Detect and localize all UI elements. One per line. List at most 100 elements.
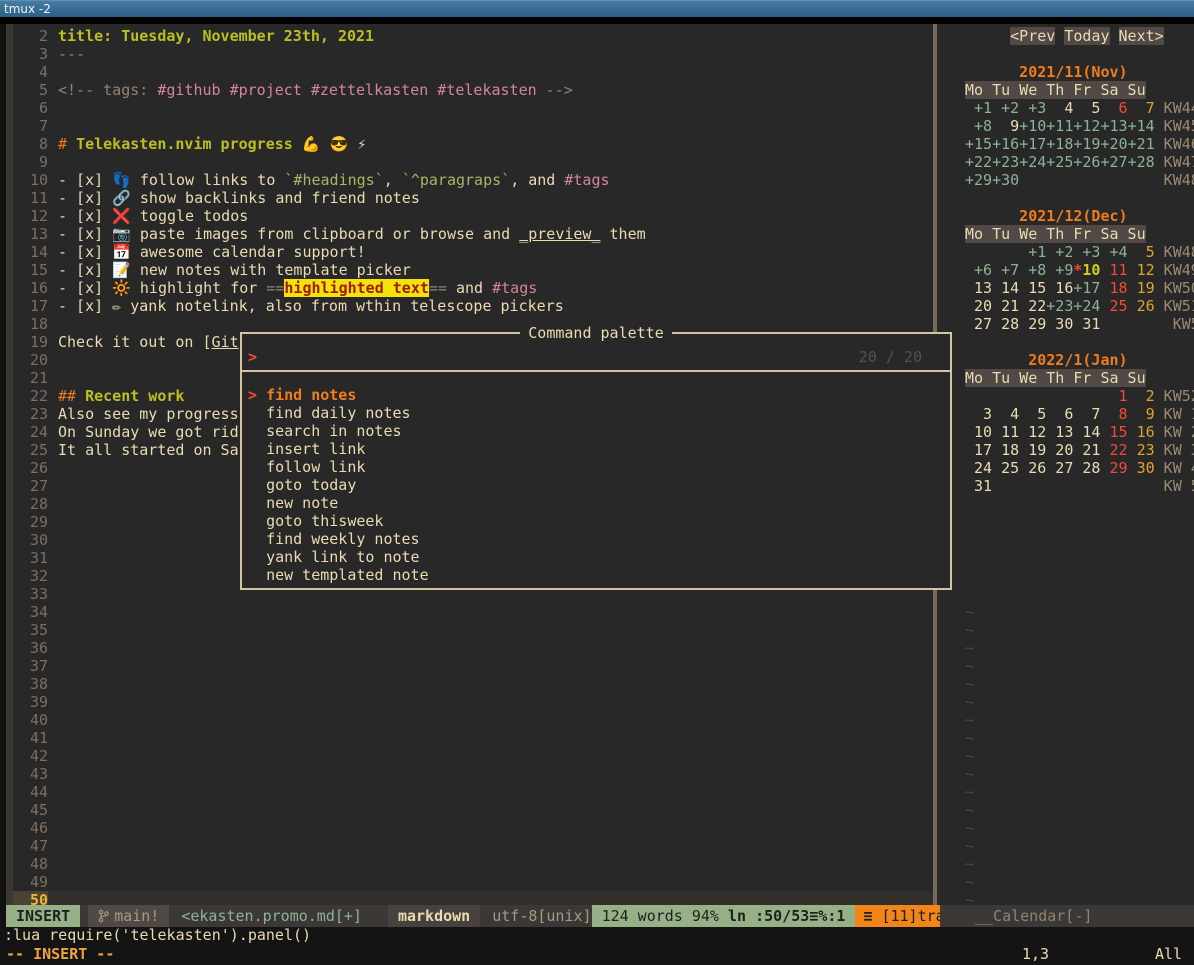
calendar-day[interactable]: +28 xyxy=(1128,153,1155,171)
editor-line[interactable]: 7 xyxy=(13,117,933,135)
palette-item[interactable]: insert link xyxy=(242,440,950,458)
calendar-day[interactable]: 25 xyxy=(1100,297,1127,315)
editor-line[interactable]: 49 xyxy=(13,873,933,891)
calendar-day[interactable]: +3 xyxy=(1073,243,1100,261)
editor-line[interactable]: 44 xyxy=(13,783,933,801)
calendar-day[interactable]: +10 xyxy=(1019,117,1046,135)
calendar-day[interactable]: 19 xyxy=(1128,279,1155,297)
calendar-day[interactable]: +11 xyxy=(1046,117,1073,135)
calendar-day[interactable]: +19 xyxy=(1073,135,1100,153)
calendar-day[interactable]: +24 xyxy=(1019,153,1046,171)
calendar-day[interactable]: +9 xyxy=(1046,261,1073,279)
editor-line[interactable]: 47 xyxy=(13,837,933,855)
calendar-next-button[interactable]: Next> xyxy=(1119,27,1164,45)
calendar-prev-button[interactable]: <Prev xyxy=(1010,27,1055,45)
calendar-day[interactable]: 29 xyxy=(1019,315,1046,333)
calendar-day[interactable]: +1 xyxy=(965,99,992,117)
calendar-day[interactable]: 4 xyxy=(992,405,1019,423)
editor-line[interactable]: 35 xyxy=(13,621,933,639)
calendar-day[interactable]: +30 xyxy=(992,171,1019,189)
editor-line[interactable]: 9 xyxy=(13,153,933,171)
calendar-day[interactable]: 5 xyxy=(1019,405,1046,423)
calendar-day[interactable]: +17 xyxy=(1073,279,1100,297)
calendar-day[interactable]: +27 xyxy=(1100,153,1127,171)
calendar-day[interactable]: 31 xyxy=(965,477,992,495)
calendar-day[interactable]: +16 xyxy=(992,135,1019,153)
palette-item[interactable]: follow link xyxy=(242,458,950,476)
palette-item[interactable]: search in notes xyxy=(242,422,950,440)
editor-line[interactable]: 36 xyxy=(13,639,933,657)
calendar-day[interactable]: 27 xyxy=(1046,459,1073,477)
calendar-day[interactable] xyxy=(965,243,1019,261)
editor-line[interactable]: 11- [x] 🔗 show backlinks and friend note… xyxy=(13,189,933,207)
calendar-day[interactable]: 4 xyxy=(1046,99,1073,117)
calendar-day[interactable]: +15 xyxy=(965,135,992,153)
calendar-day[interactable]: 2 xyxy=(1128,387,1155,405)
calendar-day[interactable]: 16 xyxy=(1128,423,1155,441)
filename-label[interactable]: <ekasten.promo.md[+] xyxy=(169,905,374,927)
calendar-day[interactable]: 5 xyxy=(1073,99,1100,117)
calendar-day[interactable]: 15 xyxy=(1019,279,1046,297)
calendar-day[interactable]: 6 xyxy=(1100,99,1127,117)
calendar-day[interactable]: 15 xyxy=(1100,423,1127,441)
palette-prompt-input[interactable]: > xyxy=(248,348,257,366)
calendar-day[interactable]: 21 xyxy=(1073,441,1100,459)
calendar-day[interactable]: 26 xyxy=(1128,297,1155,315)
command-line[interactable]: :lua require('telekasten').panel() xyxy=(0,927,1194,944)
calendar-day[interactable]: 27 xyxy=(965,315,992,333)
editor-line[interactable]: 14- [x] 📅 awesome calendar support! xyxy=(13,243,933,261)
calendar-day[interactable]: +14 xyxy=(1128,117,1155,135)
calendar-day[interactable]: +29 xyxy=(965,171,992,189)
calendar-day[interactable]: +6 xyxy=(965,261,992,279)
calendar-day[interactable]: 18 xyxy=(1100,279,1127,297)
calendar-day[interactable]: 20 xyxy=(1046,441,1073,459)
calendar-day[interactable]: 11 xyxy=(992,423,1019,441)
calendar-day[interactable]: +17 xyxy=(1019,135,1046,153)
calendar-day[interactable]: 28 xyxy=(992,315,1019,333)
calendar-day[interactable]: 28 xyxy=(1073,459,1100,477)
palette-item[interactable]: find daily notes xyxy=(242,404,950,422)
calendar-day[interactable]: 3 xyxy=(965,405,992,423)
calendar-day[interactable]: 22 xyxy=(1100,441,1127,459)
editor-line[interactable]: 5<!-- tags: #github #project #zettelkast… xyxy=(13,81,933,99)
calendar-day[interactable]: 7 xyxy=(1128,99,1155,117)
editor-line[interactable]: 40 xyxy=(13,711,933,729)
calendar-day[interactable]: 18 xyxy=(992,441,1019,459)
calendar-day[interactable]: +2 xyxy=(992,99,1019,117)
calendar-day[interactable]: 22 xyxy=(1019,297,1046,315)
calendar-day[interactable]: 14 xyxy=(1073,423,1100,441)
calendar-day[interactable]: 14 xyxy=(992,279,1019,297)
calendar-day[interactable]: 10 xyxy=(1082,261,1100,279)
calendar-day[interactable]: 11 xyxy=(1100,261,1127,279)
calendar-day[interactable]: +23 xyxy=(992,153,1019,171)
calendar-day[interactable]: +24 xyxy=(1073,297,1100,315)
calendar-day[interactable]: 26 xyxy=(1019,459,1046,477)
editor-line[interactable]: 43 xyxy=(13,765,933,783)
calendar-day[interactable]: 16 xyxy=(1046,279,1073,297)
calendar-day[interactable]: +20 xyxy=(1100,135,1127,153)
palette-item[interactable]: > find notes xyxy=(242,386,950,404)
palette-item[interactable]: find weekly notes xyxy=(242,530,950,548)
editor-line[interactable]: 3--- xyxy=(13,45,933,63)
calendar-day[interactable]: +13 xyxy=(1100,117,1127,135)
calendar-day[interactable]: +8 xyxy=(965,117,992,135)
calendar-day[interactable]: 12 xyxy=(1128,261,1155,279)
editor-line[interactable]: 37 xyxy=(13,657,933,675)
calendar-day[interactable]: +25 xyxy=(1046,153,1073,171)
editor-line[interactable]: 16- [x] 🔆 highlight for ==highlighted te… xyxy=(13,279,933,297)
calendar-day[interactable]: +4 xyxy=(1100,243,1127,261)
calendar-day[interactable]: +8 xyxy=(1019,261,1046,279)
palette-item[interactable]: goto today xyxy=(242,476,950,494)
editor-line[interactable]: 46 xyxy=(13,819,933,837)
editor-line[interactable]: 10- [x] 👣 follow links to `#headings`, `… xyxy=(13,171,933,189)
calendar-day[interactable]: 30 xyxy=(1046,315,1073,333)
calendar-day[interactable] xyxy=(992,477,1155,495)
editor-line[interactable]: 39 xyxy=(13,693,933,711)
calendar-day[interactable]: +3 xyxy=(1019,99,1046,117)
editor-line[interactable]: 4 xyxy=(13,63,933,81)
editor-line[interactable]: 41 xyxy=(13,729,933,747)
palette-item[interactable]: new templated note xyxy=(242,566,950,584)
calendar-day[interactable]: 6 xyxy=(1046,405,1073,423)
calendar-day[interactable]: 19 xyxy=(1019,441,1046,459)
calendar-day[interactable]: 23 xyxy=(1128,441,1155,459)
